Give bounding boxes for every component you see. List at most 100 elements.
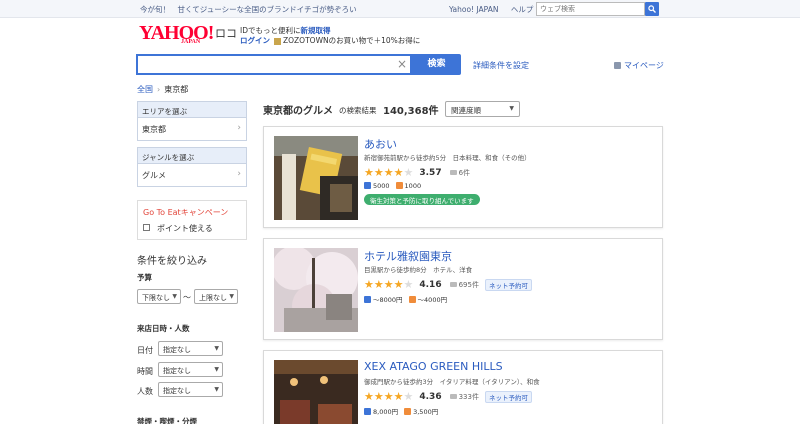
points-checkbox-label[interactable]: ポイント使える <box>157 223 213 234</box>
review-count[interactable]: 333件 <box>449 392 479 402</box>
restaurant-meta: 目黒駅から徒歩約8分 ホテル、洋食 <box>364 266 473 274</box>
points-checkbox[interactable] <box>143 224 150 231</box>
dropdown-arrow-icon: ▼ <box>509 105 514 112</box>
sort-value: 関連度順 <box>451 106 481 115</box>
star-filled-icon: ★ <box>383 390 394 403</box>
people-label: 人数 <box>137 387 153 396</box>
restaurant-photo[interactable] <box>274 136 358 220</box>
time-label: 時間 <box>137 367 153 376</box>
dinner-price: 1000 <box>404 182 422 190</box>
rating-row: ★★★★★ 4.36 333件 ネット予約可 <box>364 390 532 403</box>
star-filled-icon: ★ <box>373 166 384 179</box>
rating-row: ★★★★★ 4.16 695件 ネット予約可 <box>364 278 532 291</box>
result-card[interactable]: あおい 新宿御苑前駅から徒歩約5分 日本料理、和食（その他） ★★★★★ 3.57… <box>263 126 663 228</box>
date-label: 日付 <box>137 346 153 355</box>
rating-score: 4.36 <box>419 391 442 402</box>
dinner-price: 3,500円 <box>413 408 439 416</box>
budget-min-select[interactable]: 下限なし ▼ <box>137 289 181 304</box>
review-count[interactable]: 695件 <box>449 280 479 290</box>
visit-label: 来店日時・人数 <box>137 324 190 333</box>
breadcrumb-separator: › <box>157 85 161 94</box>
lunch-icon <box>364 296 371 303</box>
service-name[interactable]: ロコ <box>215 25 237 41</box>
price-row: 〜8000円 〜4000円 <box>364 294 447 304</box>
people-value: 指定なし <box>163 387 191 395</box>
review-count[interactable]: 6件 <box>449 168 470 178</box>
genre-heading: ジャンルを選ぶ <box>138 148 246 164</box>
area-item[interactable]: 東京都 › <box>138 118 246 140</box>
web-search-button[interactable] <box>645 2 659 16</box>
user-icon <box>614 62 621 69</box>
restaurant-photo[interactable] <box>274 248 358 332</box>
main-search-field[interactable]: × <box>136 54 412 75</box>
area-selector: エリアを選ぶ 東京都 › <box>137 101 247 141</box>
dinner-price: 〜4000円 <box>417 296 448 304</box>
restaurant-name[interactable]: ホテル雅叙園東京 <box>364 248 452 264</box>
result-card[interactable]: XEX ATAGO GREEN HILLS 御成門駅から徒歩約3分 イタリア料理… <box>263 350 663 424</box>
star-filled-icon: ★ <box>364 390 374 403</box>
restaurant-meta: 新宿御苑前駅から徒歩約5分 日本料理、和食（その他） <box>364 154 531 162</box>
help-link[interactable]: ヘルプ <box>511 5 534 14</box>
yahoo-japan-link[interactable]: Yahoo! JAPAN <box>449 5 498 14</box>
chevron-right-icon: › <box>237 123 241 133</box>
login-row: ログイン ZOZOTOWNのお買い物で＋10%お得に <box>240 35 420 46</box>
restaurant-meta: 御成門駅から徒歩約3分 イタリア料理（イタリアン）、和食 <box>364 378 540 386</box>
lunch-price: 8,000円 <box>373 408 399 416</box>
results-title: 東京都のグルメ <box>263 106 333 117</box>
lunch-icon <box>364 408 371 415</box>
lunch-price: 〜8000円 <box>373 296 403 304</box>
web-search-input[interactable] <box>536 2 645 16</box>
id-promo-text: IDでもっと便利に <box>240 26 301 35</box>
star-filled-icon: ★ <box>393 390 404 403</box>
restaurant-photo[interactable] <box>274 360 358 424</box>
star-empty-icon: ★ <box>403 166 414 179</box>
star-empty-icon: ★ <box>403 390 414 403</box>
results-count-label: の検索結果 <box>339 106 377 115</box>
budget-max-value: 上限なし <box>199 294 227 302</box>
price-row: 5000 1000 <box>364 182 421 190</box>
rating-score: 3.57 <box>419 167 442 178</box>
restaurant-name[interactable]: XEX ATAGO GREEN HILLS <box>364 360 503 373</box>
breadcrumb-current: 東京都 <box>164 85 189 94</box>
promo-message[interactable]: 今が旬！ 甘くてジューシーな全国のブランドイチゴが勢ぞろい <box>140 4 357 15</box>
yahoo-logo[interactable]: YAHOO! <box>139 22 214 45</box>
star-filled-icon: ★ <box>383 166 394 179</box>
net-reservation-badge: ネット予約可 <box>484 278 532 291</box>
rating-score: 4.16 <box>419 279 442 290</box>
breadcrumb-root[interactable]: 全国 <box>137 85 153 94</box>
price-row: 8,000円 3,500円 <box>364 406 438 416</box>
star-filled-icon: ★ <box>383 278 394 291</box>
safety-badge: 衛生対策と予防に取り組んでいます <box>364 194 480 205</box>
breadcrumb: 全国 › 東京都 <box>137 84 188 95</box>
budget-max-select[interactable]: 上限なし ▼ <box>194 289 238 304</box>
restaurant-name[interactable]: あおい <box>364 136 397 152</box>
register-link[interactable]: 新規取得 <box>301 26 331 35</box>
time-select[interactable]: 指定なし ▼ <box>158 362 223 377</box>
result-card[interactable]: ホテル雅叙園東京 目黒駅から徒歩約8分 ホテル、洋食 ★★★★★ 4.16 695件… <box>263 238 663 340</box>
dropdown-arrow-icon: ▼ <box>214 345 219 352</box>
zozotown-icon <box>274 37 281 45</box>
star-filled-icon: ★ <box>373 390 384 403</box>
genre-item[interactable]: グルメ › <box>138 164 246 186</box>
star-rating: ★★★★★ <box>364 278 413 291</box>
goto-eat-title[interactable]: Go To Eatキャンペーン <box>143 207 228 218</box>
zozotown-promo[interactable]: ZOZOTOWNのお買い物で＋10%お得に <box>283 36 420 45</box>
dropdown-arrow-icon: ▼ <box>229 293 234 300</box>
sort-select[interactable]: 関連度順 ▼ <box>445 101 520 117</box>
search-button[interactable]: 検索 <box>412 54 461 75</box>
star-filled-icon: ★ <box>393 278 404 291</box>
promo-bar: 今が旬！ 甘くてジューシーな全国のブランドイチゴが勢ぞろい Yahoo! JAP… <box>0 0 800 18</box>
star-rating: ★★★★★ <box>364 390 413 403</box>
results-count: 140,368件 <box>383 106 439 117</box>
login-link[interactable]: ログイン <box>240 36 270 45</box>
yahoo-logo-sub: JAPAN <box>181 39 201 45</box>
genre-selector: ジャンルを選ぶ グルメ › <box>137 147 247 187</box>
mypage-link[interactable]: マイページ <box>614 60 664 71</box>
people-select[interactable]: 指定なし ▼ <box>158 382 223 397</box>
star-filled-icon: ★ <box>364 166 374 179</box>
date-select[interactable]: 指定なし ▼ <box>158 341 223 356</box>
review-count-value: 695件 <box>458 280 479 289</box>
clear-icon[interactable]: × <box>397 57 407 71</box>
dinner-icon <box>404 408 412 415</box>
detail-conditions-link[interactable]: 詳細条件を設定 <box>473 60 529 71</box>
